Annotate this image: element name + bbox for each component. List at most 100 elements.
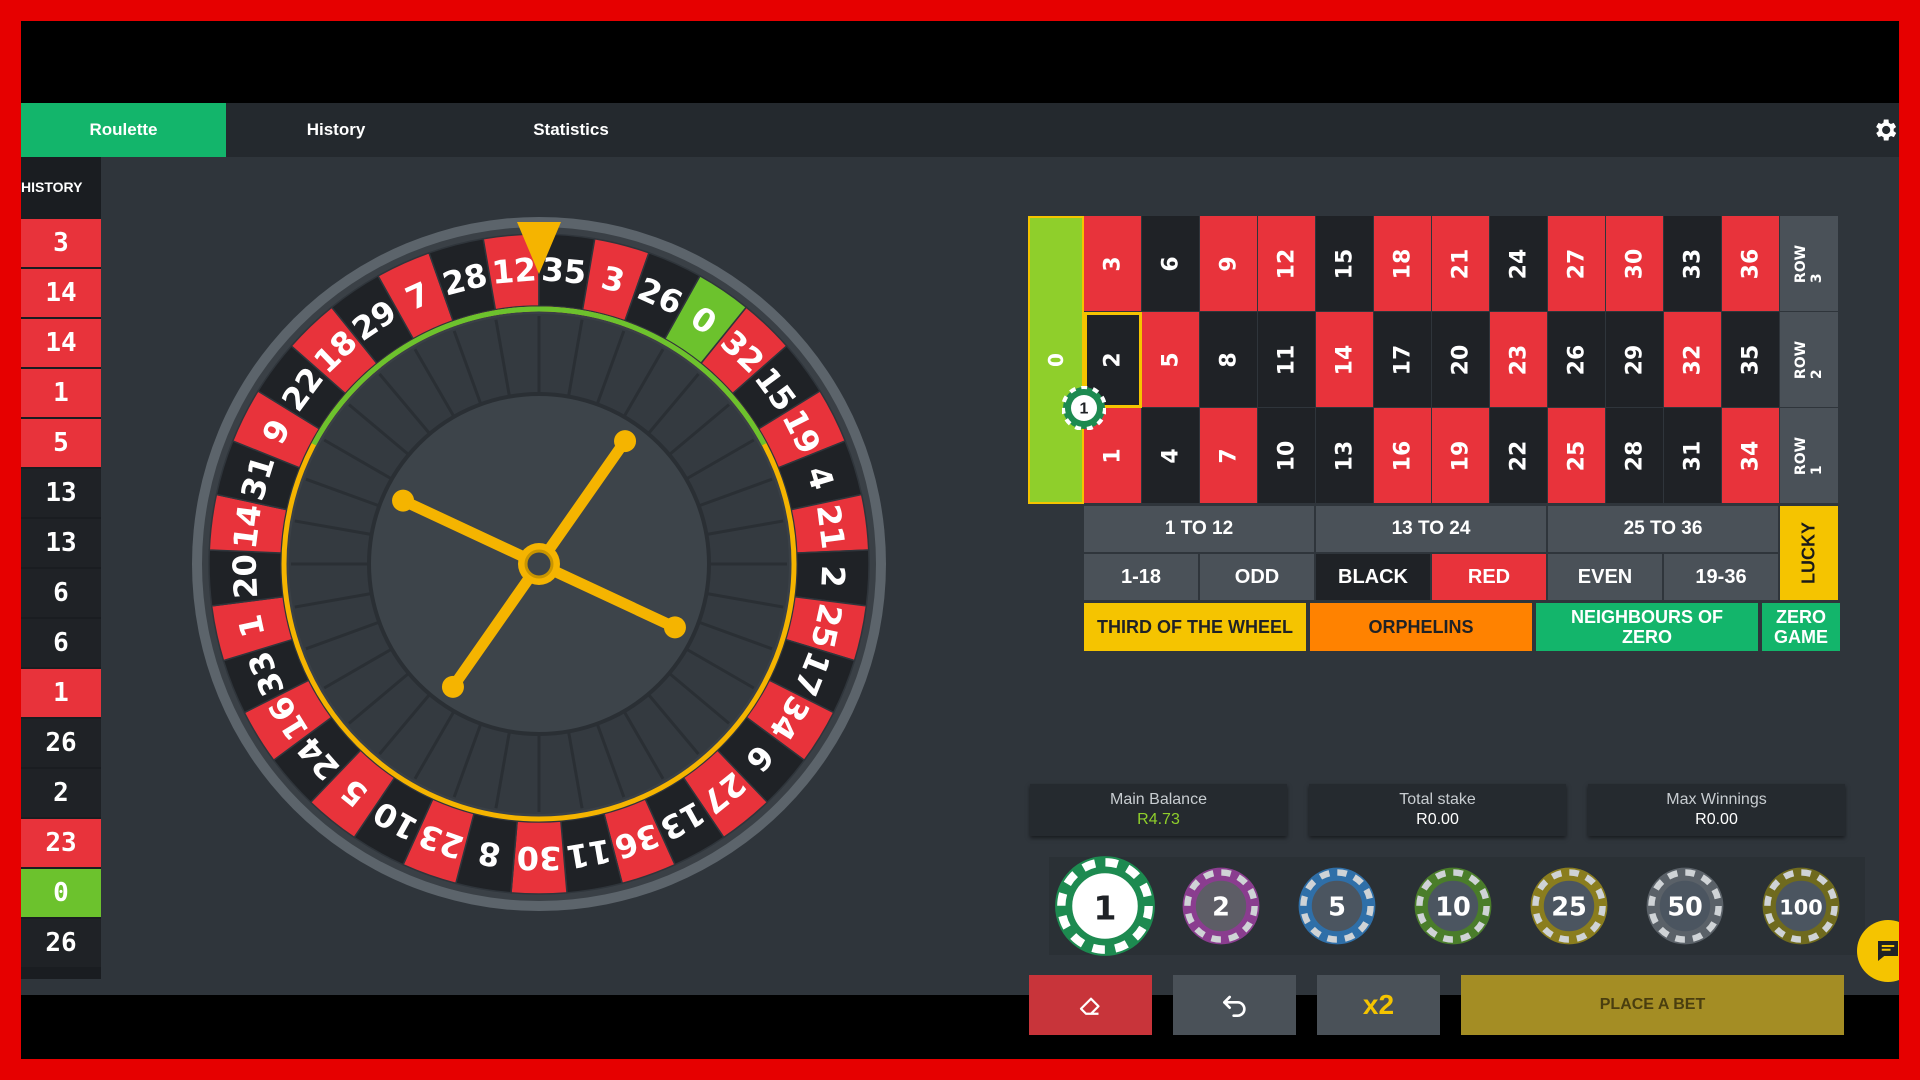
dozen-bet-1[interactable]: 1 TO 12 bbox=[1084, 506, 1314, 552]
chip-5[interactable]: 5 bbox=[1297, 866, 1377, 946]
number-cell-26[interactable]: 26 bbox=[1548, 312, 1606, 408]
number-cell-23[interactable]: 23 bbox=[1490, 312, 1548, 408]
chip-25[interactable]: 25 bbox=[1529, 866, 1609, 946]
number-cell-27[interactable]: 27 bbox=[1548, 216, 1606, 312]
cell-number: 32 bbox=[1680, 344, 1705, 375]
number-cell-31[interactable]: 31 bbox=[1664, 408, 1722, 504]
cell-number: 2 bbox=[1100, 351, 1125, 368]
cell-number: 36 bbox=[1738, 248, 1763, 279]
dozen-bet-2[interactable]: 13 TO 24 bbox=[1316, 506, 1546, 552]
double-bet-button[interactable]: x2 bbox=[1317, 975, 1440, 1035]
number-cell-9[interactable]: 9 bbox=[1200, 216, 1258, 312]
dozen-bet-3[interactable]: 25 TO 36 bbox=[1548, 506, 1778, 552]
outside-bet-even[interactable]: EVEN bbox=[1548, 554, 1662, 600]
special-bet-3[interactable]: NEIGHBOURS OF ZERO bbox=[1536, 603, 1760, 651]
chip-value: 5 bbox=[1328, 893, 1346, 923]
number-cell-4[interactable]: 4 bbox=[1142, 408, 1200, 504]
cell-number: 29 bbox=[1622, 344, 1647, 375]
history-result: 2 bbox=[21, 769, 101, 817]
number-cell-32[interactable]: 32 bbox=[1664, 312, 1722, 408]
outside-bet-odd[interactable]: ODD bbox=[1200, 554, 1314, 600]
history-result: 5 bbox=[21, 419, 101, 467]
number-cell-10[interactable]: 10 bbox=[1258, 408, 1316, 504]
cell-number: 25 bbox=[1564, 440, 1589, 471]
cell-number: 23 bbox=[1506, 344, 1531, 375]
number-cell-12[interactable]: 12 bbox=[1258, 216, 1316, 312]
number-cell-17[interactable]: 17 bbox=[1374, 312, 1432, 408]
number-cell-14[interactable]: 14 bbox=[1316, 312, 1374, 408]
number-cell-8[interactable]: 8 bbox=[1200, 312, 1258, 408]
number-cell-25[interactable]: 25 bbox=[1548, 408, 1606, 504]
number-cell-18[interactable]: 18 bbox=[1374, 216, 1432, 312]
number-cell-24[interactable]: 24 bbox=[1490, 216, 1548, 312]
cell-number: 19 bbox=[1448, 440, 1473, 471]
number-cell-36[interactable]: 36 bbox=[1722, 216, 1780, 312]
number-cell-33[interactable]: 33 bbox=[1664, 216, 1722, 312]
number-cell-5[interactable]: 5 bbox=[1142, 312, 1200, 408]
number-cell-34[interactable]: 34 bbox=[1722, 408, 1780, 504]
number-cell-29[interactable]: 29 bbox=[1606, 312, 1664, 408]
special-bet-4[interactable]: ZERO GAME bbox=[1762, 603, 1842, 651]
row-label: ROW 3 bbox=[1793, 244, 1825, 283]
cell-number: 1 bbox=[1100, 447, 1125, 464]
cell-number: 30 bbox=[1622, 248, 1647, 279]
special-bet-1[interactable]: THIRD OF THE WHEEL bbox=[1084, 603, 1308, 651]
number-cell-16[interactable]: 16 bbox=[1374, 408, 1432, 504]
row-label: ROW 1 bbox=[1793, 436, 1825, 475]
place-bet-button[interactable]: PLACE A BET bbox=[1461, 975, 1844, 1035]
outside-bet-19-36[interactable]: 19-36 bbox=[1664, 554, 1778, 600]
row-bet-1[interactable]: ROW 1 bbox=[1780, 408, 1838, 504]
cell-number: 8 bbox=[1216, 351, 1241, 368]
lucky-label: LUCKY bbox=[1798, 522, 1819, 584]
clear-bets-button[interactable] bbox=[1029, 975, 1152, 1035]
chip-1[interactable]: 1 bbox=[1053, 854, 1157, 958]
number-cell-35[interactable]: 35 bbox=[1722, 312, 1780, 408]
cell-number: 11 bbox=[1274, 344, 1299, 375]
row-bet-2[interactable]: ROW 2 bbox=[1780, 312, 1838, 408]
cell-number: 31 bbox=[1680, 440, 1705, 471]
outside-bet-1-18[interactable]: 1-18 bbox=[1084, 554, 1198, 600]
number-cell-7[interactable]: 7 bbox=[1200, 408, 1258, 504]
number-cell-19[interactable]: 19 bbox=[1432, 408, 1490, 504]
zero-bet-cell[interactable]: 0 bbox=[1028, 216, 1084, 504]
placed-chip[interactable]: 1 bbox=[1062, 386, 1106, 430]
wheel-number: 14 bbox=[226, 502, 269, 551]
number-cell-21[interactable]: 21 bbox=[1432, 216, 1490, 312]
wheel-number: 11 bbox=[564, 831, 614, 876]
undo-button[interactable] bbox=[1173, 975, 1296, 1035]
chip-2[interactable]: 2 bbox=[1181, 866, 1261, 946]
number-cell-3[interactable]: 3 bbox=[1084, 216, 1142, 312]
max-winnings: Max Winnings R0.00 bbox=[1588, 784, 1845, 836]
roulette-app: Roulette History Statistics HISTORY 3 14 1… bbox=[21, 103, 1899, 1035]
number-cell-15[interactable]: 15 bbox=[1316, 216, 1374, 312]
special-bet-2[interactable]: ORPHELINS bbox=[1310, 603, 1534, 651]
number-cell-28[interactable]: 28 bbox=[1606, 408, 1664, 504]
number-cell-20[interactable]: 20 bbox=[1432, 312, 1490, 408]
chip-50[interactable]: 50 bbox=[1645, 866, 1725, 946]
outside-bet-black[interactable]: BLACK bbox=[1316, 554, 1430, 600]
main-balance-label: Main Balance bbox=[1110, 791, 1207, 808]
history-result: 6 bbox=[21, 569, 101, 617]
chip-10[interactable]: 10 bbox=[1413, 866, 1493, 946]
tab-statistics[interactable]: Statistics bbox=[496, 103, 646, 157]
cell-number: 26 bbox=[1564, 344, 1589, 375]
gear-icon[interactable] bbox=[1871, 116, 1899, 144]
history-result: 26 bbox=[21, 719, 101, 767]
chat-icon bbox=[1878, 941, 1898, 961]
tab-roulette[interactable]: Roulette bbox=[21, 103, 226, 157]
chip-value: 1 bbox=[1093, 889, 1116, 928]
outside-bet-red[interactable]: RED bbox=[1432, 554, 1546, 600]
cell-number: 34 bbox=[1738, 440, 1763, 471]
row-bet-3[interactable]: ROW 3 bbox=[1780, 216, 1838, 312]
number-cell-30[interactable]: 30 bbox=[1606, 216, 1664, 312]
number-cell-13[interactable]: 13 bbox=[1316, 408, 1374, 504]
number-cell-11[interactable]: 11 bbox=[1258, 312, 1316, 408]
chip-100[interactable]: 100 bbox=[1761, 866, 1841, 946]
placed-chip-value: 1 bbox=[1080, 401, 1089, 418]
number-cell-6[interactable]: 6 bbox=[1142, 216, 1200, 312]
history-result: 1 bbox=[21, 369, 101, 417]
tab-history[interactable]: History bbox=[261, 103, 411, 157]
roulette-wheel: 0321519421225173462713361130823105241633… bbox=[192, 217, 886, 911]
number-cell-22[interactable]: 22 bbox=[1490, 408, 1548, 504]
lucky-bet[interactable]: LUCKY bbox=[1780, 506, 1838, 600]
